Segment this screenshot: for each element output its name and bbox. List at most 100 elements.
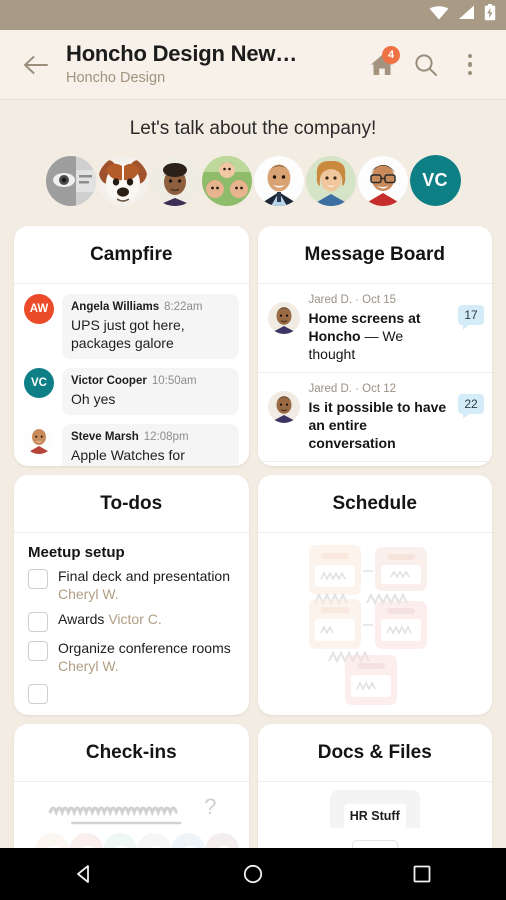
nav-back-icon	[77, 865, 90, 883]
app-root: Honcho Design New… Honcho Design 4 Let's…	[0, 0, 506, 900]
message-board-comment-count: 22	[458, 394, 484, 419]
todo-text	[58, 682, 62, 700]
campfire-message[interactable]: VC Victor Cooper 10:50am Oh yes	[24, 368, 239, 415]
todo-item[interactable]: Organize conference rooms Cheryl W.	[28, 639, 237, 675]
content-scroll-area[interactable]: Let's talk about the company! VC Campfir…	[0, 100, 506, 900]
home-badge: 4	[382, 45, 400, 64]
docs-folder-label: HR Stuff	[349, 809, 400, 823]
campfire-message[interactable]: AW Angela Williams 8:22am UPS just got he…	[24, 294, 239, 359]
message-board-item[interactable]: Jared D. · Oct 15 Home screens at Honcho…	[257, 284, 492, 373]
todo-group-title: Meetup setup	[28, 544, 125, 561]
member-avatar-photo	[24, 424, 54, 454]
campfire-author: Angela Williams	[71, 301, 160, 313]
todo-text: Organize conference rooms Cheryl W.	[58, 639, 237, 675]
avatar-initials: VC	[409, 155, 461, 206]
app-bar-titles: Honcho Design New… Honcho Design	[56, 41, 360, 88]
card-title-campfire: Campfire	[90, 243, 173, 265]
card-schedule[interactable]: Schedule	[257, 475, 493, 715]
card-title-schedule: Schedule	[332, 492, 417, 514]
todos-body: Meetup setup Final deck and presentation…	[14, 533, 249, 715]
campfire-bubble: Victor Cooper 10:50am Oh yes	[62, 368, 239, 415]
card-todos[interactable]: To-dos Meetup setup Final deck and prese…	[14, 475, 249, 715]
android-nav-bar	[0, 848, 506, 900]
signal-icon	[458, 5, 475, 25]
member-avatar-4[interactable]	[201, 155, 252, 206]
card-row-1: Campfire AW Angela Williams 8:22am UPS ju…	[0, 226, 506, 466]
todo-checkbox[interactable]	[28, 684, 48, 704]
todo-item[interactable]: Final deck and presentation Cheryl W.	[28, 567, 237, 603]
avatar-initials: AW	[24, 294, 54, 324]
nav-home-icon	[243, 864, 263, 884]
member-avatar-5[interactable]	[253, 155, 304, 206]
member-avatar-8[interactable]: VC	[409, 155, 461, 206]
hero-headline: Let's talk about the company!	[129, 118, 377, 139]
todo-assignee: Cheryl W.	[58, 658, 119, 674]
nav-recents-button[interactable]	[387, 848, 457, 900]
app-bar: Honcho Design New… Honcho Design 4	[0, 30, 506, 100]
message-board-meta: Jared D. · Oct 15	[308, 294, 397, 306]
card-campfire[interactable]: Campfire AW Angela Williams 8:22am UPS ju…	[14, 226, 249, 466]
schedule-body	[258, 533, 493, 715]
member-avatar-photo	[267, 391, 300, 423]
message-board-item[interactable]: VC Victor C. · Oct 12 Know Your Company:…	[258, 462, 493, 466]
home-button[interactable]: 4	[360, 43, 404, 87]
todo-label: Organize conference rooms	[58, 640, 231, 656]
card-header: To-dos	[14, 475, 249, 533]
message-board-body: Jared D. · Oct 15 Home screens at Honcho…	[257, 284, 493, 466]
campfire-text: UPS just got here, packages galore	[71, 317, 185, 351]
card-header: Docs & Files	[257, 724, 492, 782]
todo-label: Final deck and presentation	[58, 568, 230, 584]
card-row-2: To-dos Meetup setup Final deck and prese…	[0, 475, 506, 715]
message-board-meta: Jared D. · Oct 12	[308, 383, 397, 395]
status-bar	[0, 0, 506, 30]
search-button[interactable]	[404, 43, 448, 87]
todo-text: Final deck and presentation Cheryl W.	[58, 567, 237, 603]
member-avatar-3[interactable]	[149, 155, 200, 206]
back-arrow-icon	[24, 55, 48, 74]
svg-text:?: ?	[204, 794, 216, 819]
member-avatar-row: VC	[0, 155, 506, 226]
nav-recents-icon	[413, 865, 431, 883]
nav-back-button[interactable]	[49, 848, 119, 900]
overflow-menu-button[interactable]	[448, 43, 492, 87]
card-title-todos: To-dos	[100, 492, 163, 514]
message-board-comment-count: 17	[458, 305, 484, 330]
campfire-author: Steve Marsh	[71, 431, 139, 443]
member-avatar-photo	[267, 302, 300, 334]
card-title-checkins: Check-ins	[85, 741, 177, 763]
todo-item[interactable]: Awards Victor C.	[28, 610, 237, 632]
card-header: Schedule	[257, 475, 492, 533]
todo-text: Awards Victor C.	[58, 610, 162, 628]
card-header: Campfire	[14, 226, 249, 284]
campfire-time: 8:22am	[164, 301, 203, 313]
todo-checkbox[interactable]	[28, 612, 48, 632]
card-message-board[interactable]: Message Board Jared D. · Oct 15 Home scr…	[257, 226, 493, 466]
more-vertical-icon	[467, 53, 473, 76]
campfire-body: AW Angela Williams 8:22am UPS just got he…	[14, 284, 249, 466]
nav-home-button[interactable]	[218, 848, 288, 900]
card-header: Check-ins	[14, 724, 249, 782]
todo-assignee: Victor C.	[108, 611, 162, 627]
avatar-initials: VC	[24, 368, 54, 398]
campfire-time: 10:50am	[151, 375, 197, 387]
wifi-icon	[429, 5, 449, 25]
message-board-title: Home screens at Honcho — We thought	[309, 309, 450, 363]
todo-item[interactable]	[28, 682, 237, 704]
campfire-message-list: AW Angela Williams 8:22am UPS just got he…	[14, 284, 249, 466]
message-board-title-bold: Is it possible to have an entire convers…	[308, 399, 447, 451]
campfire-message[interactable]: Steve Marsh 12:08pm Apple Watches for	[24, 424, 239, 466]
page-subtitle: Honcho Design	[66, 70, 166, 86]
todo-checkbox[interactable]	[28, 641, 48, 661]
member-avatar-2[interactable]	[97, 155, 148, 206]
campfire-bubble: Angela Williams 8:22am UPS just got here,…	[62, 294, 239, 359]
message-board-item[interactable]: Jared D. · Oct 12 Is it possible to have…	[257, 373, 492, 462]
todo-checkbox[interactable]	[28, 569, 48, 589]
battery-charging-icon	[484, 4, 496, 26]
member-avatar-7[interactable]	[357, 155, 408, 206]
search-icon	[415, 53, 437, 76]
back-button[interactable]	[16, 45, 56, 85]
member-avatar-1[interactable]	[45, 155, 96, 206]
message-board-main: Jared D. · Oct 15 Home screens at Honcho…	[309, 293, 450, 363]
campfire-author: Victor Cooper	[71, 375, 147, 387]
member-avatar-6[interactable]	[305, 155, 356, 206]
